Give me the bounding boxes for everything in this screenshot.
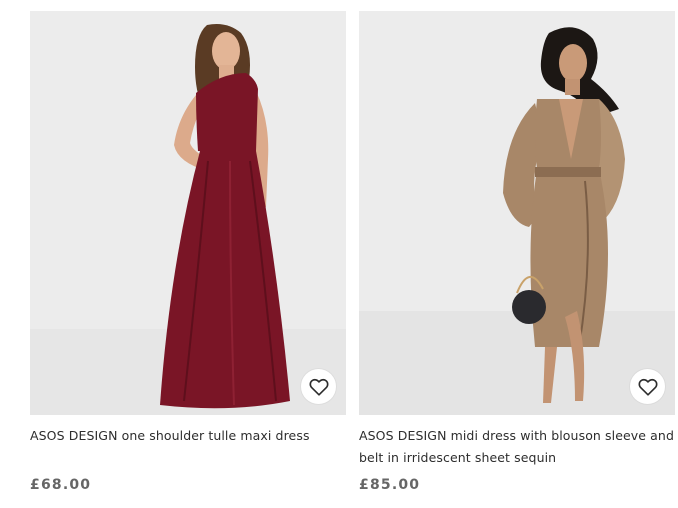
product-price: £85.00 <box>359 477 421 493</box>
product-title[interactable]: ASOS DESIGN one shoulder tulle maxi dres… <box>30 425 346 447</box>
product-image[interactable] <box>359 11 675 415</box>
heart-icon <box>638 378 657 396</box>
product-photo-sequin-dress <box>359 11 675 415</box>
save-for-later-button[interactable] <box>630 369 665 404</box>
product-card[interactable]: ASOS DESIGN midi dress with blouson slee… <box>359 11 675 493</box>
product-price: £68.00 <box>30 477 92 493</box>
product-photo-burgundy-dress <box>30 11 346 415</box>
heart-icon <box>309 378 328 396</box>
product-grid: ASOS DESIGN one shoulder tulle maxi dres… <box>0 0 678 508</box>
product-image[interactable] <box>30 11 346 415</box>
product-card[interactable]: ASOS DESIGN one shoulder tulle maxi dres… <box>30 11 346 493</box>
save-for-later-button[interactable] <box>301 369 336 404</box>
product-title[interactable]: ASOS DESIGN midi dress with blouson slee… <box>359 425 675 469</box>
